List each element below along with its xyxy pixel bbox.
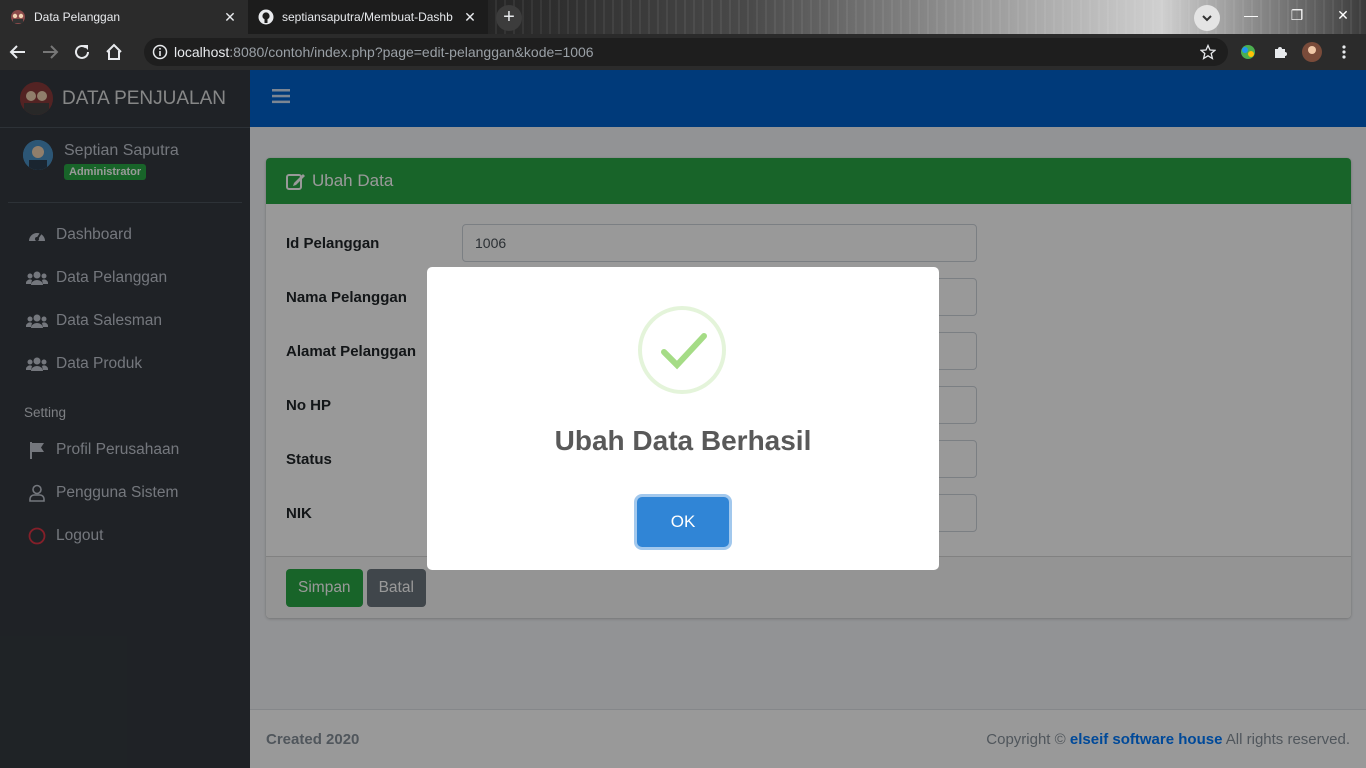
tab-close-icon[interactable]: ✕ [222,9,238,25]
tab-search-button[interactable] [1194,5,1220,31]
success-dialog: Ubah Data Berhasil OK [427,267,939,570]
chevron-down-icon [1202,15,1212,22]
tab-title: Data Pelanggan [34,10,121,24]
close-window-button[interactable]: ✕ [1320,0,1366,30]
home-icon [106,43,122,60]
restore-button[interactable]: ❐ [1274,0,1320,30]
app-favicon-icon [10,9,26,25]
browser-tab-strip: Data Pelanggan ✕ septiansaputra/Membuat-… [0,0,1366,34]
new-tab-button[interactable]: + [496,5,522,31]
reload-icon [75,44,89,59]
bookmark-star-icon[interactable] [1198,42,1218,62]
tab-github[interactable]: septiansaputra/Membuat-Dashb ✕ [248,0,488,34]
browser-toolbar: localhost:8080/contoh/index.php?page=edi… [0,34,1366,70]
extension-icon[interactable] [1238,42,1258,62]
tab-close-icon[interactable]: ✕ [462,9,478,25]
url-path: :8080/contoh/index.php?page=edit-pelangg… [229,44,594,60]
forward-button[interactable] [36,38,64,66]
address-bar[interactable]: localhost:8080/contoh/index.php?page=edi… [144,38,1228,66]
menu-kebab-icon[interactable] [1334,42,1354,62]
home-button[interactable] [100,38,128,66]
reload-button[interactable] [68,38,96,66]
profile-avatar[interactable] [1302,42,1322,62]
puzzle-icon[interactable] [1270,42,1290,62]
dialog-title: Ubah Data Berhasil [554,425,812,456]
arrow-left-icon [9,45,25,59]
tab-data-pelanggan[interactable]: Data Pelanggan ✕ [0,0,248,34]
arrow-right-icon [43,45,59,59]
github-icon [258,9,274,25]
minimize-button[interactable]: — [1228,0,1274,30]
url-host: localhost [174,44,230,60]
success-check-icon [638,306,726,394]
back-button[interactable] [4,38,32,66]
ok-button[interactable]: OK [637,497,729,547]
tab-title: septiansaputra/Membuat-Dashb [282,10,453,24]
info-icon[interactable] [152,44,168,60]
